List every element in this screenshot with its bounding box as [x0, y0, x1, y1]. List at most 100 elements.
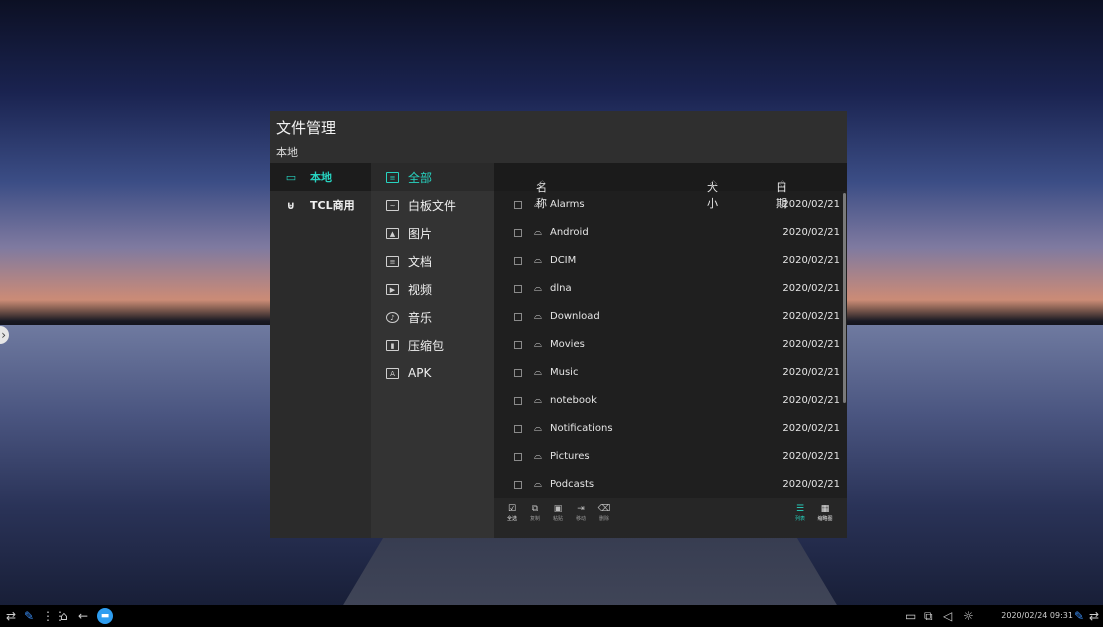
folder-icon: ⌓ — [534, 395, 542, 406]
delete-button[interactable]: ⌫ 删除 — [594, 504, 614, 523]
source-item-label: TCL商用 — [310, 199, 355, 212]
file-date: 2020/02/21 — [782, 283, 840, 294]
taskbar: ⇄ ✎ ⋮⋮ ⌂ ← ▬ ▭ ⧉ ◁ ☼ 2020/02/24 09:31 ✎ … — [0, 605, 1103, 627]
select-all-button[interactable]: ☑ 全选 — [502, 504, 522, 523]
move-icon: ⇥ — [577, 504, 585, 514]
file-list-header: 名称 ◇ 大小 ◇ 日期 ◇ — [494, 163, 847, 210]
swap-arrows-icon[interactable]: ⇄ — [1089, 609, 1099, 623]
pen-icon[interactable]: ✎ — [1074, 609, 1084, 623]
file-row[interactable]: ⌓ Pictures 2020/02/21 — [494, 443, 840, 471]
home-icon[interactable]: ⌂ — [60, 609, 68, 623]
button-label: 粘贴 — [552, 516, 563, 522]
file-date: 2020/02/21 — [782, 311, 840, 322]
copy-button[interactable]: ⧉ 复制 — [525, 504, 545, 523]
volume-icon[interactable]: ◁ — [943, 609, 952, 623]
row-checkbox[interactable] — [514, 397, 522, 405]
file-row[interactable]: ⌓ Music 2020/02/21 — [494, 359, 840, 387]
back-icon[interactable]: ← — [78, 609, 88, 623]
file-name: Download — [550, 311, 600, 322]
file-date: 2020/02/21 — [782, 451, 840, 462]
paste-button[interactable]: ▣ 粘贴 — [548, 504, 568, 523]
category-item-apk[interactable]: A APK — [371, 359, 494, 387]
row-checkbox[interactable] — [514, 481, 522, 489]
file-name: Notifications — [550, 423, 613, 434]
paste-icon: ▣ — [553, 504, 563, 514]
usb-icon: ⊎ — [286, 198, 296, 212]
file-manager-window: 文件管理 本地 ▭ 本地 ⊎ TCL商用 ≡ 全部 ~ 白板文件 ▲ 图片 ≡ … — [270, 111, 847, 538]
category-item-music[interactable]: ♪ 音乐 — [371, 303, 494, 331]
file-date: 2020/02/21 — [782, 227, 840, 238]
row-checkbox[interactable] — [514, 285, 522, 293]
file-name: Android — [550, 227, 589, 238]
file-manager-app-icon[interactable]: ▬ — [97, 608, 113, 624]
file-row[interactable]: ⌓ Alarms 2020/02/21 — [494, 191, 840, 219]
music-icon: ♪ — [386, 311, 399, 323]
category-item-images[interactable]: ▲ 图片 — [371, 219, 494, 247]
clock: 2020/02/24 09:31 — [1001, 611, 1073, 620]
sort-icon: ◇ — [539, 179, 546, 189]
row-checkbox[interactable] — [514, 341, 522, 349]
source-item-local[interactable]: ▭ 本地 — [270, 163, 371, 191]
category-item-documents[interactable]: ≡ 文档 — [371, 247, 494, 275]
folder-icon: ⌓ — [534, 255, 542, 266]
file-list-scrollbar[interactable] — [843, 193, 846, 403]
category-list: ≡ 全部 ~ 白板文件 ▲ 图片 ≡ 文档 ▶ 视频 ♪ 音乐 ▮ 压缩包 A — [371, 163, 494, 538]
category-item-label: 音乐 — [408, 310, 433, 325]
file-date: 2020/02/21 — [782, 479, 840, 490]
row-checkbox[interactable] — [514, 257, 522, 265]
folder-icon: ⌓ — [534, 311, 542, 322]
source-item-tcl-usb[interactable]: ⊎ TCL商用 — [270, 191, 371, 219]
file-date: 2020/02/21 — [782, 367, 840, 378]
pen-icon[interactable]: ✎ — [24, 609, 34, 623]
folder-icon: ⌓ — [534, 451, 542, 462]
sort-icon: ◇ — [779, 179, 786, 189]
category-item-videos[interactable]: ▶ 视频 — [371, 275, 494, 303]
file-name: DCIM — [550, 255, 577, 266]
file-name: Pictures — [550, 451, 590, 462]
list-view-icon: ☰ — [795, 504, 805, 514]
folder-icon: ⌓ — [534, 367, 542, 378]
screen-cast-icon[interactable]: ▭ — [905, 609, 916, 623]
document-icon: ≡ — [386, 255, 399, 267]
folder-icon: ⌓ — [534, 199, 542, 210]
file-row[interactable]: ⌓ Download 2020/02/21 — [494, 303, 840, 331]
copy-icon: ⧉ — [531, 504, 539, 514]
row-checkbox[interactable] — [514, 313, 522, 321]
button-label: 缩略图 — [817, 516, 833, 522]
swap-arrows-icon[interactable]: ⇄ — [6, 609, 16, 623]
category-item-label: 视频 — [408, 282, 433, 297]
video-icon: ▶ — [386, 283, 399, 295]
folder-icon: ⌓ — [534, 283, 542, 294]
category-item-label: 白板文件 — [408, 198, 457, 213]
row-checkbox[interactable] — [514, 425, 522, 433]
file-row[interactable]: ⌓ Notifications 2020/02/21 — [494, 415, 840, 443]
file-row[interactable]: ⌓ Podcasts 2020/02/21 — [494, 471, 840, 499]
move-button[interactable]: ⇥ 移动 — [571, 504, 591, 523]
source-list: ▭ 本地 ⊎ TCL商用 — [270, 163, 371, 538]
trash-icon: ⌫ — [597, 504, 611, 514]
file-name: notebook — [550, 395, 597, 406]
thumbnail-view-button[interactable]: ▦ 缩略图 — [815, 504, 835, 523]
list-view-button[interactable]: ☰ 列表 — [790, 504, 810, 523]
apk-icon: A — [386, 367, 399, 379]
row-checkbox[interactable] — [514, 201, 522, 209]
category-item-label: 文档 — [408, 254, 433, 269]
input-source-icon[interactable]: ⧉ — [924, 609, 933, 623]
row-checkbox[interactable] — [514, 453, 522, 461]
button-label: 复制 — [529, 516, 540, 522]
file-row[interactable]: ⌓ Movies 2020/02/21 — [494, 331, 840, 359]
category-item-all[interactable]: ≡ 全部 — [371, 163, 494, 191]
file-date: 2020/02/21 — [782, 395, 840, 406]
file-row[interactable]: ⌓ Android 2020/02/21 — [494, 219, 840, 247]
category-item-archives[interactable]: ▮ 压缩包 — [371, 331, 494, 359]
category-item-whiteboard[interactable]: ~ 白板文件 — [371, 191, 494, 219]
file-row[interactable]: ⌓ notebook 2020/02/21 — [494, 387, 840, 415]
category-item-label: 全部 — [408, 170, 433, 185]
brightness-icon[interactable]: ☼ — [963, 609, 974, 623]
file-name: Music — [550, 367, 579, 378]
file-row[interactable]: ⌓ dlna 2020/02/21 — [494, 275, 840, 303]
row-checkbox[interactable] — [514, 229, 522, 237]
button-label: 列表 — [794, 516, 805, 522]
file-row[interactable]: ⌓ DCIM 2020/02/21 — [494, 247, 840, 275]
row-checkbox[interactable] — [514, 369, 522, 377]
